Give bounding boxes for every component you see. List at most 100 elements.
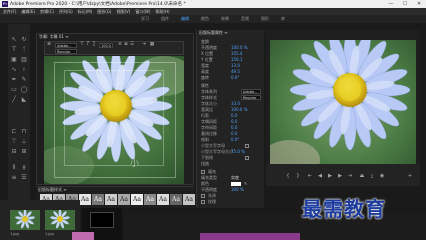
vertical-type-tool-icon[interactable]: ᛏ	[20, 46, 28, 54]
fill-color-swatch[interactable]	[231, 182, 241, 186]
prop-value[interactable]: 33.0	[231, 101, 240, 106]
prop-value[interactable]: 100.0 %	[231, 107, 248, 112]
prop-value[interactable]: 100 %	[231, 187, 244, 192]
workspace-tab-learn[interactable]: 学习	[141, 16, 149, 22]
distribute-left-icon[interactable]: ⫴	[10, 164, 18, 172]
menu-file[interactable]: 文件(F)	[3, 9, 16, 15]
fill-checkbox[interactable]	[201, 170, 205, 174]
type-tool-icon[interactable]: T	[10, 46, 18, 54]
delete-anchor-tool-icon[interactable]: ✎	[20, 76, 28, 84]
minimize-button[interactable]: —	[384, 0, 398, 8]
font-family-dropdown[interactable]: Adobe...	[241, 89, 261, 94]
mark-in-icon[interactable]: {	[284, 172, 292, 180]
close-button[interactable]: ✕	[412, 0, 426, 8]
prop-value[interactable]: 0.0°	[231, 137, 239, 142]
path-type-tool-icon[interactable]: ∿	[10, 66, 18, 74]
style-swatch[interactable]: Aa	[118, 194, 130, 205]
program-viewer[interactable]	[270, 40, 416, 180]
go-to-out-icon[interactable]: ⇥	[346, 172, 354, 180]
align-text-right-icon[interactable]: ☰	[129, 42, 135, 48]
title-canvas[interactable]: 小	[44, 56, 184, 184]
eyedropper-icon[interactable]: ✎	[244, 181, 247, 186]
menu-clip[interactable]: 剪辑(C)	[40, 9, 54, 15]
area-type-tool-icon[interactable]: ▣	[10, 56, 18, 64]
prop-value[interactable]: 0.0	[231, 131, 237, 136]
export-frame-icon[interactable]: ◉	[378, 172, 386, 180]
menu-graphics[interactable]: 图形(G)	[97, 9, 111, 15]
timeline-clip[interactable]	[200, 233, 300, 240]
menu-view[interactable]: 视图(V)	[116, 9, 130, 15]
go-to-in-icon[interactable]: ⇤	[306, 172, 314, 180]
timeline-clip[interactable]	[72, 232, 94, 240]
font-style-field[interactable]: Regular	[55, 49, 77, 54]
workspace-tab-assembly[interactable]: 组件	[161, 16, 169, 22]
prop-value[interactable]: 0.0	[231, 125, 237, 130]
rotation-tool-icon[interactable]: ↻	[20, 36, 28, 44]
ellipse-tool-icon[interactable]: ◯	[20, 86, 28, 94]
clip-thumbnail[interactable]	[45, 210, 75, 230]
align-bottom-icon[interactable]: ⊥	[20, 138, 28, 146]
step-back-icon[interactable]: ◀	[316, 172, 324, 180]
small-caps-checkbox[interactable]	[245, 144, 249, 148]
play-icon[interactable]: ▶	[326, 172, 334, 180]
menu-edit[interactable]: 编辑(E)	[21, 9, 35, 15]
maximize-button[interactable]: ☐	[398, 0, 412, 8]
menu-sequence[interactable]: 序列(S)	[59, 9, 73, 15]
title-text-object[interactable]: 小	[130, 156, 139, 169]
step-forward-icon[interactable]: ▶	[336, 172, 344, 180]
clip-thumbnail[interactable]	[10, 210, 40, 230]
distribute-bottom-icon[interactable]: ☰	[20, 174, 28, 182]
button-editor-icon[interactable]: +	[406, 172, 414, 180]
line-tool-icon[interactable]: ╱	[10, 96, 18, 104]
underline-checkbox[interactable]	[245, 156, 249, 160]
vertical-path-type-tool-icon[interactable]: ≀	[20, 66, 28, 74]
lift-icon[interactable]: ⏏	[358, 172, 366, 180]
texture-checkbox[interactable]	[201, 200, 205, 204]
style-swatch[interactable]: Aa	[183, 194, 195, 205]
prop-value[interactable]: 75.0 %	[231, 149, 245, 154]
style-swatch[interactable]: Aa	[144, 194, 156, 205]
style-swatch[interactable]: Aa	[92, 194, 104, 205]
distribute-right-icon[interactable]: ⫵	[20, 164, 28, 172]
prop-value[interactable]: 156.1	[231, 57, 242, 62]
style-swatch[interactable]: Aa	[170, 194, 182, 205]
underline-icon[interactable]: T̲	[91, 42, 97, 48]
prop-value[interactable]: 155.4	[231, 51, 242, 56]
prop-value[interactable]: 49.5	[231, 69, 240, 74]
rectangle-tool-icon[interactable]: ▭	[10, 86, 18, 94]
workspace-tab-audio[interactable]: 音频	[241, 16, 249, 22]
prop-value[interactable]: 13.0	[231, 63, 240, 68]
show-background-icon[interactable]: ▦	[149, 42, 155, 48]
style-swatch[interactable]: Aa	[105, 194, 117, 205]
mark-out-icon[interactable]: }	[294, 172, 302, 180]
align-center-icon[interactable]: ⊓	[20, 128, 28, 136]
prop-value[interactable]: 0.0	[231, 119, 237, 124]
vertical-area-type-tool-icon[interactable]: ▥	[20, 56, 28, 64]
style-swatch[interactable]: Aa	[79, 194, 91, 205]
menu-help[interactable]: 帮助(H)	[155, 9, 169, 15]
extract-icon[interactable]: ⤓	[368, 172, 376, 180]
workspace-tab-editing[interactable]: 编辑	[181, 16, 189, 22]
new-title-icon[interactable]: ⊕	[46, 42, 52, 48]
workspace-tab-libraries[interactable]: 库	[281, 16, 285, 22]
prop-value[interactable]: 0.0°	[231, 75, 239, 80]
workspace-tab-effects[interactable]: 效果	[221, 16, 229, 22]
sheen-checkbox[interactable]	[201, 194, 205, 198]
center-horizontal-icon[interactable]: ⊟	[10, 148, 18, 156]
menu-window[interactable]: 窗口(W)	[135, 9, 150, 15]
font-style-dropdown[interactable]: Regular	[241, 95, 261, 100]
workspace-tab-color[interactable]: 颜色	[201, 16, 209, 22]
tab-stops-icon[interactable]: ⇥	[141, 42, 147, 48]
align-top-icon[interactable]: ⊤	[10, 138, 18, 146]
wedge-tool-icon[interactable]: ◣	[20, 96, 28, 104]
font-size-field[interactable]: 100.0	[99, 43, 113, 48]
style-swatch[interactable]: Aa	[131, 194, 143, 205]
distribute-top-icon[interactable]: ≡	[10, 174, 18, 182]
center-vertical-icon[interactable]: ⊞	[20, 148, 28, 156]
prop-value[interactable]: 0.0	[231, 113, 237, 118]
font-family-field[interactable]: Adobe...	[55, 43, 77, 48]
menu-marker[interactable]: 标记(M)	[78, 9, 93, 15]
align-left-icon[interactable]: ⊏	[10, 128, 18, 136]
workspace-tab-graphics[interactable]: 图形	[261, 16, 269, 22]
selection-tool-icon[interactable]: ↖	[10, 36, 18, 44]
